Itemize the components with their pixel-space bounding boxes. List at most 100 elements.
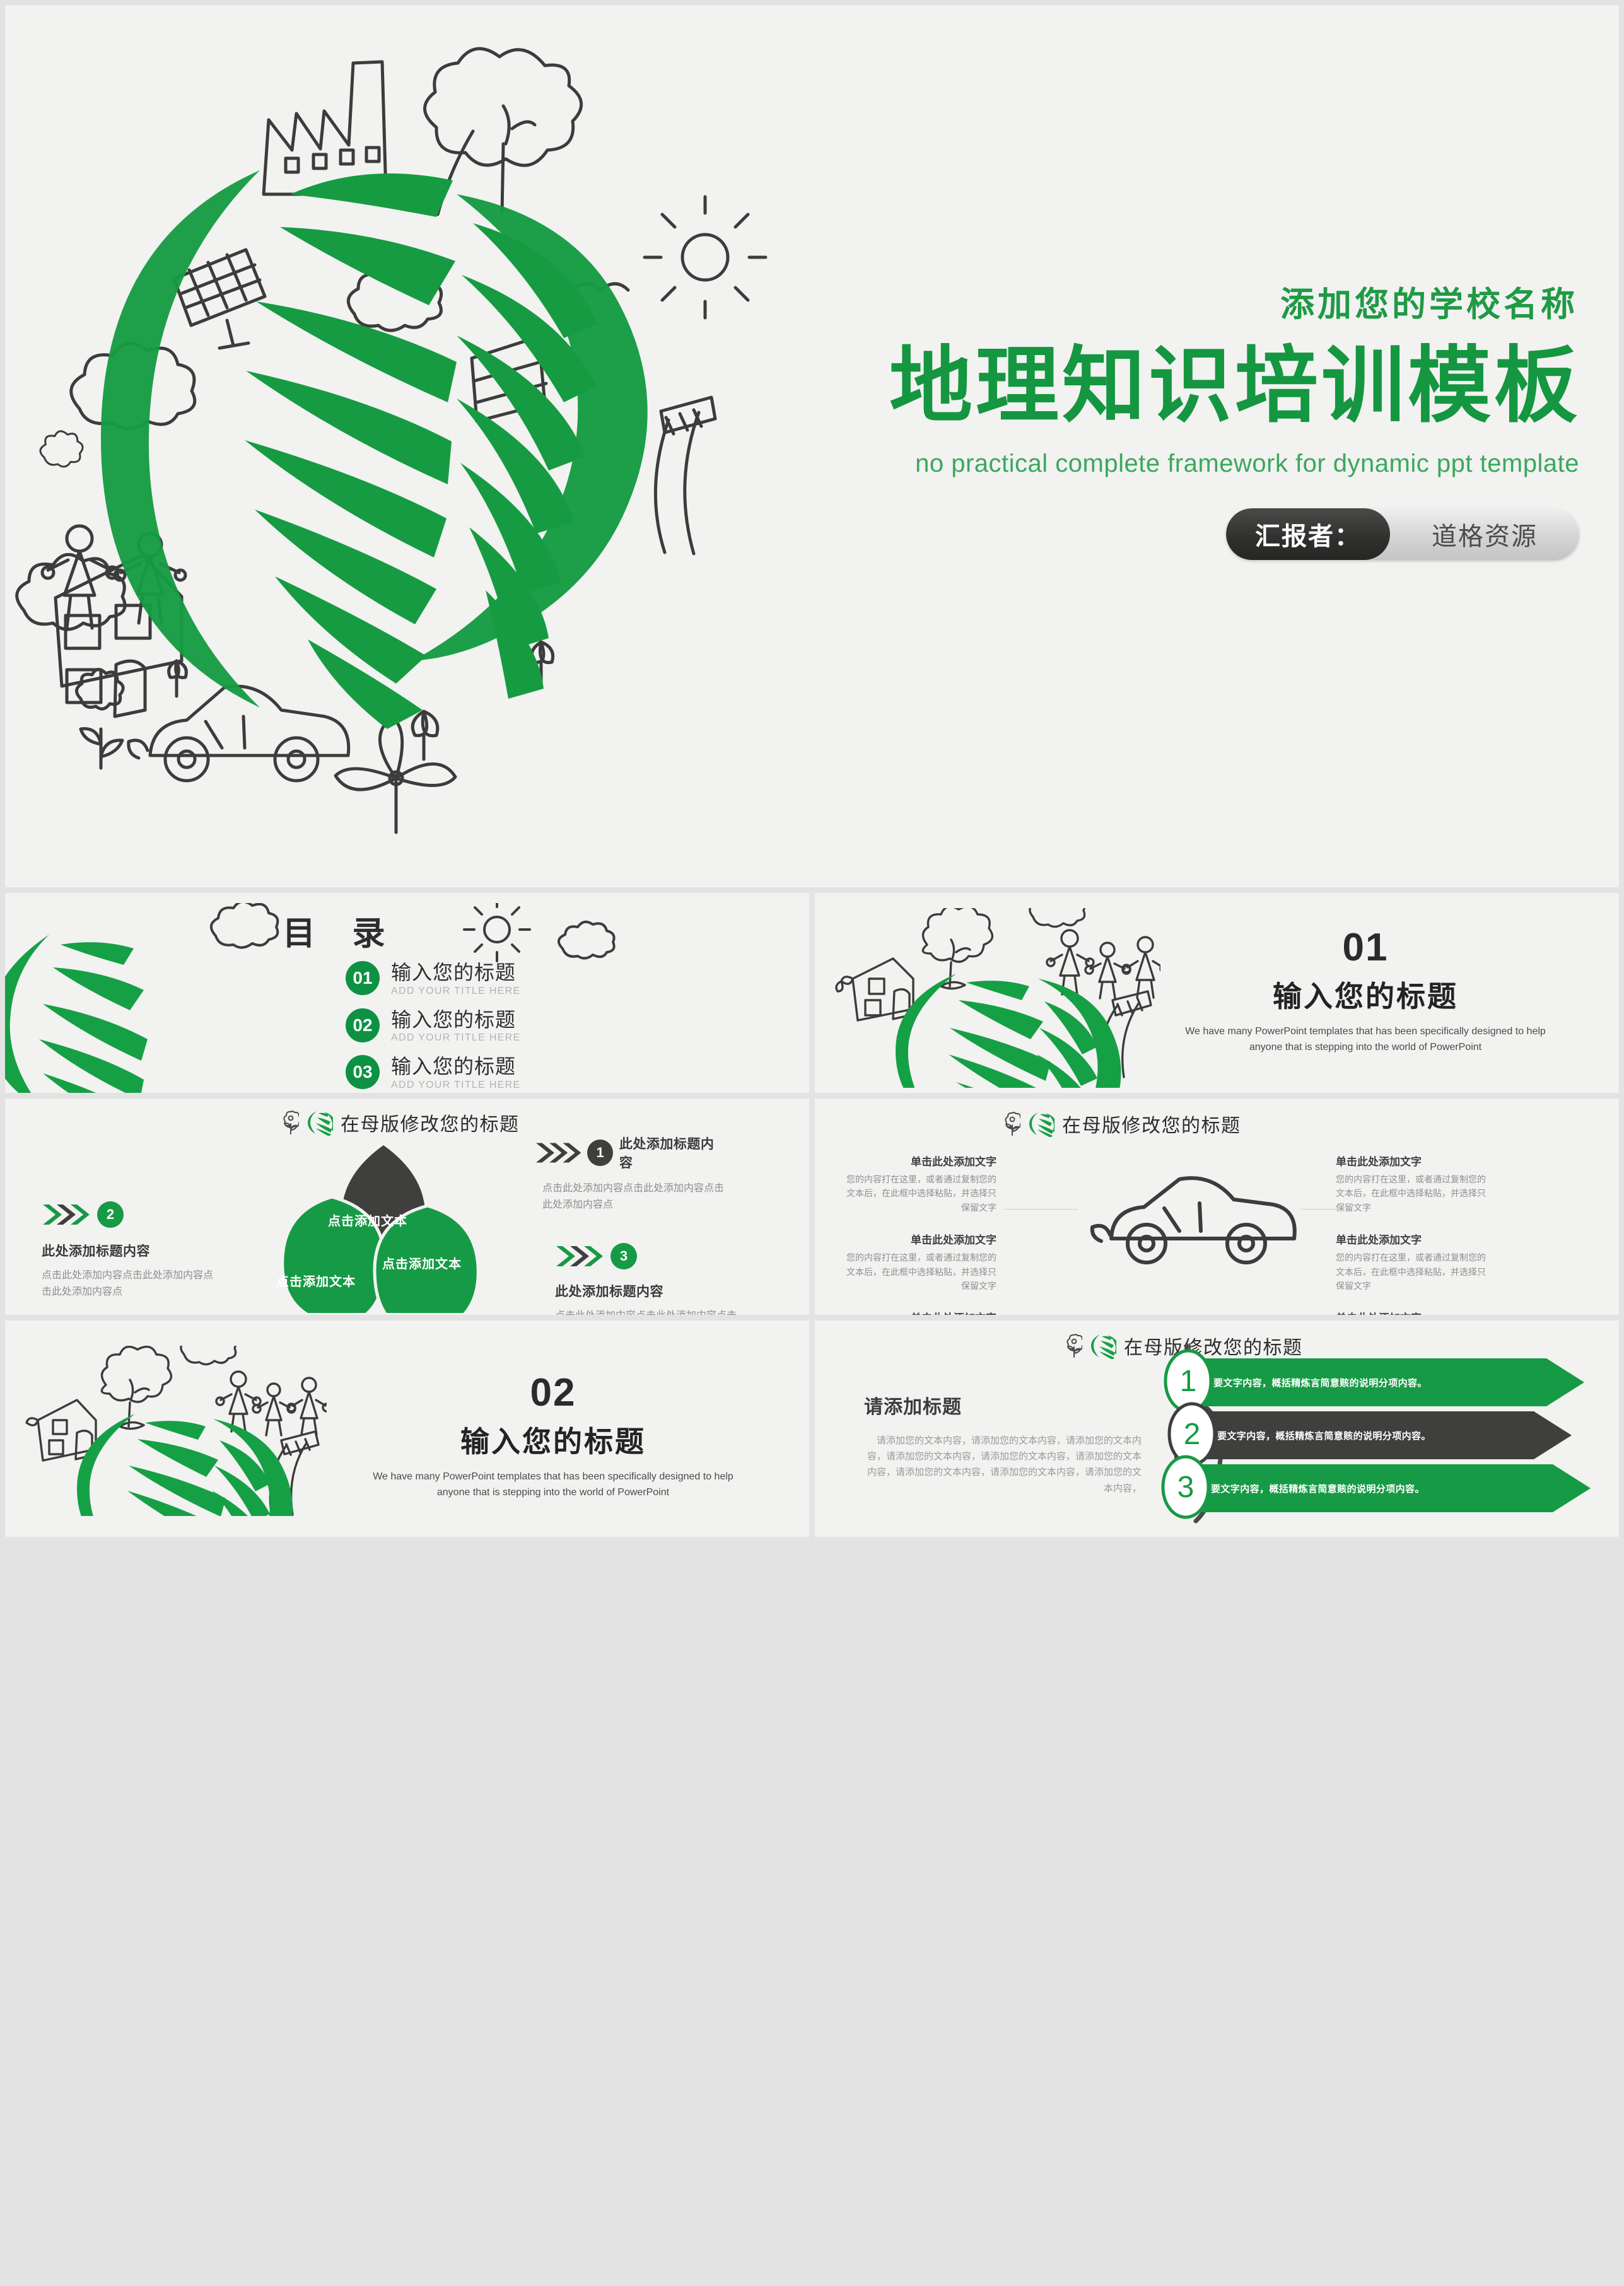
page-title: 地理知识培训模板 xyxy=(889,339,1580,432)
toc-item[interactable]: 02 输入您的标题 ADD YOUR TITLE HERE xyxy=(346,1008,520,1044)
toc-slide[interactable]: 目 录 01 输入您的标题 ADD YOUR TITLE HERE 02 输入您… xyxy=(5,893,809,1093)
car-doodle-icon xyxy=(1090,1176,1297,1264)
arrow-slide-body: 请添加您的文本内容，请添加您的文本内容，请添加您的文本内容，请添加您的文本内容，… xyxy=(867,1435,1142,1494)
bubble-label-green-right: 点击添加文本 xyxy=(382,1257,462,1271)
arrow-diagram: 1 2 3 要文字内容，概括精炼言简意赅的说明分项内容。 要文字内容，概括精炼言… xyxy=(1118,1342,1603,1525)
feature-block: 单击此处添加文字 您的内容打在这里，或者通过复制您的文本后，在此框中选择粘贴，并… xyxy=(839,1231,996,1293)
arrow-text-1: 要文字内容，概括精炼言简意赅的说明分项内容。 xyxy=(1213,1378,1427,1389)
globe-icon xyxy=(1091,1334,1116,1359)
bubble-item-1: 1 此处添加标题内容 点击此处添加内容点击此处添加内容点击此处添加内容点 xyxy=(535,1134,724,1213)
section-title: 输入您的标题 xyxy=(1273,980,1458,1013)
item-number-badge: 1 xyxy=(587,1140,613,1166)
leader-line-left xyxy=(1004,1209,1078,1210)
arrow-number-2: 2 xyxy=(1184,1418,1201,1451)
arrow-text-2: 要文字内容，概括精炼言简意赅的说明分项内容。 xyxy=(1217,1431,1431,1442)
item-title: 此处添加标题内容 xyxy=(555,1285,663,1299)
flower-icon xyxy=(1005,1112,1020,1136)
feature-block: 单击此处添加文字 您的内容打在这里，或者通过复制您的文本后，在此框中选择粘贴，并… xyxy=(1336,1153,1493,1215)
feature-title: 单击此处添加文字 xyxy=(1336,1156,1422,1168)
slide-header: 在母版修改您的标题 xyxy=(283,1109,520,1136)
feature-title: 单击此处添加文字 xyxy=(1336,1309,1493,1315)
section-number: 01 xyxy=(1342,926,1389,969)
section-01-text: 01 输入您的标题 We have many PowerPoint templa… xyxy=(1170,928,1561,1056)
speech-bubble-slide[interactable]: 在母版修改您的标题 点击添加文本 点击添加文本 点击添加文本 1 此处添加标题内… xyxy=(5,1099,809,1315)
toc-item-title: 输入您的标题 xyxy=(391,1008,517,1031)
section-02-text: 02 输入您的标题 We have many PowerPoint templa… xyxy=(358,1373,749,1501)
slide-header-title: 在母版修改您的标题 xyxy=(1062,1116,1241,1136)
toc-number-badge: 02 xyxy=(346,1008,380,1042)
feature-block: 单击此处添加文字 您的内容打在这里，或者通过复制您的文本后，在此框中选择粘贴，并… xyxy=(839,1309,996,1315)
toc-item-title: 输入您的标题 xyxy=(391,961,517,984)
toc-item-title: 输入您的标题 xyxy=(391,1055,517,1078)
item-body: 点击此处添加内容点击此处添加内容点击此处添加内容点 xyxy=(542,1183,725,1210)
car-feature-slide[interactable]: 在母版修改您的标题 单击此处添加文字 您的内容打在这里，或者通过复制您的文本后，… xyxy=(815,1099,1619,1315)
toc-item-subtitle: ADD YOUR TITLE HERE xyxy=(391,985,521,996)
section-divider-01-slide[interactable]: 01 输入您的标题 We have many PowerPoint templa… xyxy=(815,893,1619,1093)
toc-decor-icons xyxy=(210,903,616,962)
feature-body: 您的内容打在这里，或者通过复制您的文本后，在此框中选择粘贴，并选择只保留文字 xyxy=(846,1252,996,1291)
feature-title: 单击此处添加文字 xyxy=(911,1156,996,1168)
toc-item[interactable]: 03 输入您的标题 ADD YOUR TITLE HERE xyxy=(346,1055,520,1091)
toc-heading: 目 录 xyxy=(283,916,399,952)
feature-block: 单击此处添加文字 您的内容打在这里，或者通过复制您的文本后，在此框中选择粘贴，并… xyxy=(839,1153,996,1215)
section-body: We have many PowerPoint templates that h… xyxy=(1185,1026,1546,1053)
slide-header-title: 在母版修改您的标题 xyxy=(341,1114,520,1135)
arrow-slide-text: 请添加标题 请添加您的文本内容，请添加您的文本内容，请添加您的文本内容，请添加您… xyxy=(864,1391,1142,1496)
item-title: 此处添加标题内容 xyxy=(619,1137,715,1170)
title-slide[interactable]: 添加您的学校名称 地理知识培训模板 no practical complete … xyxy=(5,5,1619,887)
bubble-label-dark: 点击添加文本 xyxy=(328,1215,407,1228)
presenter-name: 道格资源 xyxy=(1432,523,1538,551)
section-body: We have many PowerPoint templates that h… xyxy=(373,1471,733,1498)
bubble-label-green-left: 点击添加文本 xyxy=(276,1275,356,1289)
toc-item-subtitle: ADD YOUR TITLE HERE xyxy=(391,1079,521,1090)
slide-row-4: 02 输入您的标题 We have many PowerPoint templa… xyxy=(5,1321,1619,1537)
flower-icon xyxy=(283,1111,299,1134)
globe-half-illustration xyxy=(5,935,148,1093)
arrow-number-1: 1 xyxy=(1180,1365,1197,1398)
flower-icon xyxy=(1066,1334,1082,1358)
toc-number-badge: 03 xyxy=(346,1055,380,1090)
feature-body: 您的内容打在这里，或者通过复制您的文本后，在此框中选择粘贴，并选择只保留文字 xyxy=(1336,1174,1486,1213)
slide-row-2: 目 录 01 输入您的标题 ADD YOUR TITLE HERE 02 输入您… xyxy=(5,893,1619,1093)
feature-title: 单击此处添加文字 xyxy=(911,1234,996,1247)
slide-header: 在母版修改您的标题 xyxy=(1004,1110,1241,1138)
section-number: 02 xyxy=(530,1371,576,1414)
slide-row-3: 在母版修改您的标题 点击添加文本 点击添加文本 点击添加文本 1 此处添加标题内… xyxy=(5,1099,1619,1315)
item-body: 点击此处添加内容点击此处添加内容点击此处添加内容点 xyxy=(555,1308,738,1315)
arrow-text-3: 要文字内容，概括精炼言简意赅的说明分项内容。 xyxy=(1211,1484,1425,1495)
section-divider-02-slide[interactable]: 02 输入您的标题 We have many PowerPoint templa… xyxy=(5,1321,809,1537)
feature-body: 您的内容打在这里，或者通过复制您的文本后，在此框中选择粘贴，并选择只保留文字 xyxy=(846,1174,996,1213)
toc-item[interactable]: 01 输入您的标题 ADD YOUR TITLE HERE xyxy=(346,961,520,997)
globe-icon xyxy=(308,1111,333,1136)
globe-with-family-illustration xyxy=(25,1346,327,1516)
feature-block: 单击此处添加文字 您的内容打在这里，或者通过复制您的文本后，在此框中选择粘贴，并… xyxy=(1336,1309,1493,1315)
title-text-block: 添加您的学校名称 地理知识培训模板 no practical complete … xyxy=(749,276,1588,561)
arrow-slide-title: 请添加标题 xyxy=(864,1397,962,1418)
globe-with-family-illustration xyxy=(835,908,1160,1088)
school-name: 添加您的学校名称 xyxy=(1280,286,1578,324)
item-title: 此处添加标题内容 xyxy=(42,1244,150,1259)
globe-icon xyxy=(1029,1112,1054,1137)
title-slide-row: 添加您的学校名称 地理知识培训模板 no practical complete … xyxy=(5,5,1619,887)
item-number-badge: 3 xyxy=(610,1243,637,1269)
arrow-list-slide[interactable]: 在母版修改您的标题 请添加标题 请添加您的文本内容，请添加您的文本内容，请添加您… xyxy=(815,1321,1619,1537)
feature-body: 您的内容打在这里，或者通过复制您的文本后，在此框中选择粘贴，并选择只保留文字 xyxy=(1336,1252,1486,1291)
eco-doodle-illustration xyxy=(15,47,768,834)
chevron-triple-icon xyxy=(43,1204,90,1225)
toc-list: 01 输入您的标题 ADD YOUR TITLE HERE 02 输入您的标题 … xyxy=(346,961,520,1093)
toc-item-subtitle: ADD YOUR TITLE HERE xyxy=(391,1032,521,1044)
bubble-item-2: 2 此处添加标题内容 点击此处添加内容点击此处添加内容点击此处添加内容点 xyxy=(42,1201,218,1300)
bubble-diagram: 点击添加文本 点击添加文本 点击添加文本 xyxy=(238,1136,529,1315)
template-preview-sheet: 添加您的学校名称 地理知识培训模板 no practical complete … xyxy=(0,0,1624,1549)
presenter-badge[interactable]: 汇报者： 道格资源 xyxy=(1226,508,1579,561)
title-subtitle: no practical complete framework for dyna… xyxy=(915,450,1579,478)
feature-title: 单击此处添加文字 xyxy=(839,1309,996,1315)
item-number-badge: 2 xyxy=(97,1201,124,1228)
car-right-column: 单击此处添加文字 您的内容打在这里，或者通过复制您的文本后，在此框中选择粘贴，并… xyxy=(1336,1153,1493,1315)
car-left-column: 单击此处添加文字 您的内容打在这里，或者通过复制您的文本后，在此框中选择粘贴，并… xyxy=(839,1153,996,1315)
feature-block: 单击此处添加文字 您的内容打在这里，或者通过复制您的文本后，在此框中选择粘贴，并… xyxy=(1336,1231,1493,1293)
chevron-triple-icon xyxy=(556,1246,603,1266)
bubble-item-3: 3 此处添加标题内容 点击此处添加内容点击此处添加内容点击此处添加内容点 xyxy=(555,1242,738,1315)
section-title: 输入您的标题 xyxy=(460,1425,646,1458)
chevron-triple-icon xyxy=(535,1143,581,1163)
